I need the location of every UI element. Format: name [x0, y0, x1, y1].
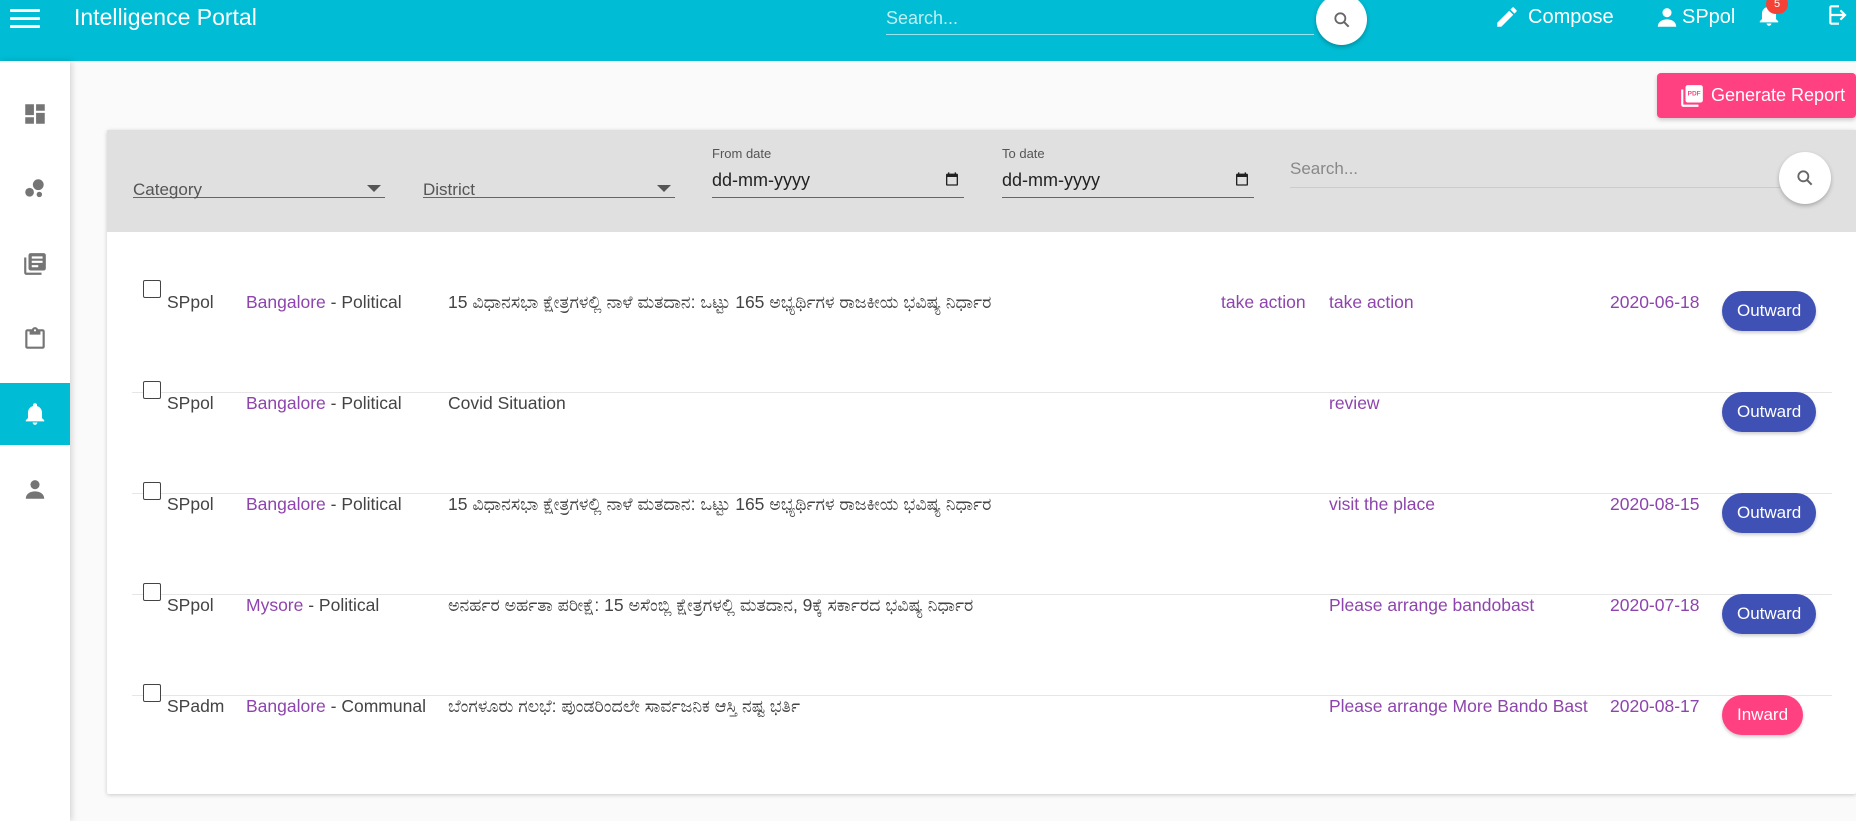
row-checkbox[interactable] [143, 684, 161, 702]
direction-badge[interactable]: Outward [1722, 493, 1817, 533]
app-title: Intelligence Portal [74, 4, 257, 30]
row-user: SPpol [167, 292, 214, 312]
pencil-icon [1497, 7, 1517, 27]
row-date: 2020-08-15 [1610, 494, 1700, 514]
row-location[interactable]: Bangalore - Communal [246, 696, 426, 717]
generate-report-button[interactable]: PDF Generate Report [1657, 73, 1856, 118]
row-checkbox[interactable] [143, 482, 161, 500]
dashboard-icon [25, 104, 45, 124]
row-subject[interactable]: 15 ವಿಧಾನಸಭಾ ಕ್ಷೇತ್ರಗಳಲ್ಲಿ ನಾಳೆ ಮತದಾನ: ಒಟ… [448, 494, 991, 515]
row-location[interactable]: Bangalore - Political [246, 292, 402, 313]
from-date-label: From date [712, 146, 772, 161]
row-category: - Political [303, 595, 380, 615]
table-row[interactable]: SPpol Mysore - Political ಅನರ್ಹರ ಅರ್ಹತಾ ಪ… [132, 583, 1832, 696]
search-icon [1797, 170, 1813, 186]
row-subject[interactable]: Covid Situation [448, 393, 566, 414]
row-user: SPpol [167, 494, 214, 514]
row-category: - Communal [325, 696, 426, 716]
row-subject[interactable]: ಅನರ್ಹರ ಅರ್ಹತಾ ಪರೀಕ್ಷೆ: 15 ಅಸೆಂಬ್ಲಿ ಕ್ಷೇತ… [448, 595, 973, 616]
sidebar [0, 61, 70, 821]
to-date-field[interactable]: To date dd-mm-yyyy [1002, 132, 1254, 198]
row-checkbox[interactable] [143, 280, 161, 298]
row-category: - Political [325, 494, 402, 514]
clipboard-icon [25, 327, 45, 349]
row-category: - Political [325, 393, 402, 413]
header-search-button[interactable] [1316, 0, 1367, 45]
direction-badge[interactable]: Outward [1722, 392, 1817, 432]
svg-text:PDF: PDF [1688, 90, 1701, 97]
row-user: SPadm [167, 696, 225, 716]
row-subject[interactable]: ಬೆಂಗಳೂರು ಗಲಭೆ: ಪುಂಡರಿಂದಲೇ ಸಾರ್ವಜನಿಕ ಆಸ್ತ… [448, 696, 800, 717]
to-date-value: dd-mm-yyyy [1002, 170, 1100, 190]
row-remark[interactable]: visit the place [1329, 494, 1435, 515]
person-icon [25, 480, 45, 499]
direction-badge[interactable]: Outward [1722, 291, 1817, 331]
table-row[interactable]: SPadm Bangalore - Communal ಬೆಂಗಳೂರು ಗಲಭೆ… [132, 684, 1832, 797]
row-district[interactable]: Bangalore [246, 494, 326, 514]
row-checkbox[interactable] [143, 583, 161, 601]
direction-badge[interactable]: Outward [1722, 594, 1817, 634]
district-select[interactable]: District [423, 152, 675, 199]
calendar-icon[interactable] [1234, 171, 1250, 187]
row-location[interactable]: Bangalore - Political [246, 393, 402, 414]
row-district[interactable]: Mysore [246, 595, 303, 615]
from-date-field[interactable]: From date dd-mm-yyyy [712, 132, 964, 198]
user-name: SPpol [1682, 5, 1736, 28]
library-books-icon [24, 253, 46, 275]
row-remark[interactable]: review [1329, 393, 1380, 414]
row-category: - Political [325, 292, 402, 312]
row-remark[interactable]: Please arrange bandobast [1329, 595, 1534, 616]
generate-report-label: Generate Report [1711, 85, 1846, 105]
to-date-label: To date [1002, 146, 1045, 161]
row-district[interactable]: Bangalore [246, 393, 326, 413]
row-remark[interactable]: Please arrange More Bando Bast [1329, 696, 1588, 717]
row-date: 2020-07-18 [1610, 595, 1700, 615]
pdf-icon: PDF [1681, 84, 1703, 107]
header-search-input[interactable] [886, 0, 1314, 35]
calendar-icon[interactable] [944, 171, 960, 187]
filter-search-button[interactable] [1779, 152, 1831, 204]
logout-icon [1829, 5, 1847, 25]
search-icon [1334, 12, 1350, 28]
chevron-down-icon [657, 185, 671, 192]
person-icon [1657, 8, 1677, 27]
sidebar-item-assignments[interactable] [0, 308, 70, 370]
sidebar-item-dashboard[interactable] [0, 83, 70, 145]
sidebar-item-library[interactable] [0, 233, 70, 295]
row-location[interactable]: Bangalore - Political [246, 494, 402, 515]
filter-search-input[interactable] [1290, 150, 1780, 188]
row-subject[interactable]: 15 ವಿಧಾನಸಭಾ ಕ್ಷೇತ್ರಗಳಲ್ಲಿ ನಾಳೆ ಮತದಾನ: ಒಟ… [448, 292, 991, 313]
user-menu[interactable]: SPpol [1654, 2, 1735, 32]
row-location[interactable]: Mysore - Political [246, 595, 379, 616]
row-remark[interactable]: take action [1329, 292, 1414, 313]
row-date: 2020-06-18 [1610, 292, 1700, 312]
chevron-down-icon [367, 185, 381, 192]
menu-icon[interactable] [10, 2, 40, 32]
table-row[interactable]: SPpol Bangalore - Political 15 ವಿಧಾನಸಭಾ … [132, 482, 1832, 595]
row-district[interactable]: Bangalore [246, 696, 326, 716]
table-row[interactable]: SPpol Bangalore - Political Covid Situat… [132, 381, 1832, 494]
direction-badge[interactable]: Inward [1722, 695, 1804, 735]
row-action-note[interactable]: take action [1221, 292, 1306, 313]
sidebar-item-notifications[interactable] [0, 383, 70, 445]
compose-label: Compose [1528, 5, 1614, 28]
row-checkbox[interactable] [143, 381, 161, 399]
row-date: 2020-08-17 [1610, 696, 1700, 716]
category-select[interactable]: Category [133, 152, 385, 199]
top-app-bar: Intelligence Portal Compose SPpol 5 [0, 0, 1856, 61]
compose-button[interactable]: Compose [1494, 2, 1614, 32]
row-user: SPpol [167, 393, 214, 413]
bell-icon [25, 403, 45, 425]
row-user: SPpol [167, 595, 214, 615]
row-district[interactable]: Bangalore [246, 292, 326, 312]
from-date-value: dd-mm-yyyy [712, 170, 810, 190]
bubble-chart-icon [25, 179, 44, 198]
logout-button[interactable] [1826, 2, 1856, 32]
district-label: District [423, 180, 475, 199]
sidebar-item-profile[interactable] [0, 458, 70, 520]
table-row[interactable]: SPpol Bangalore - Political 15 ವಿಧಾನಸಭಾ … [132, 280, 1832, 393]
sidebar-item-bubble[interactable] [0, 158, 70, 220]
category-label: Category [133, 180, 202, 199]
